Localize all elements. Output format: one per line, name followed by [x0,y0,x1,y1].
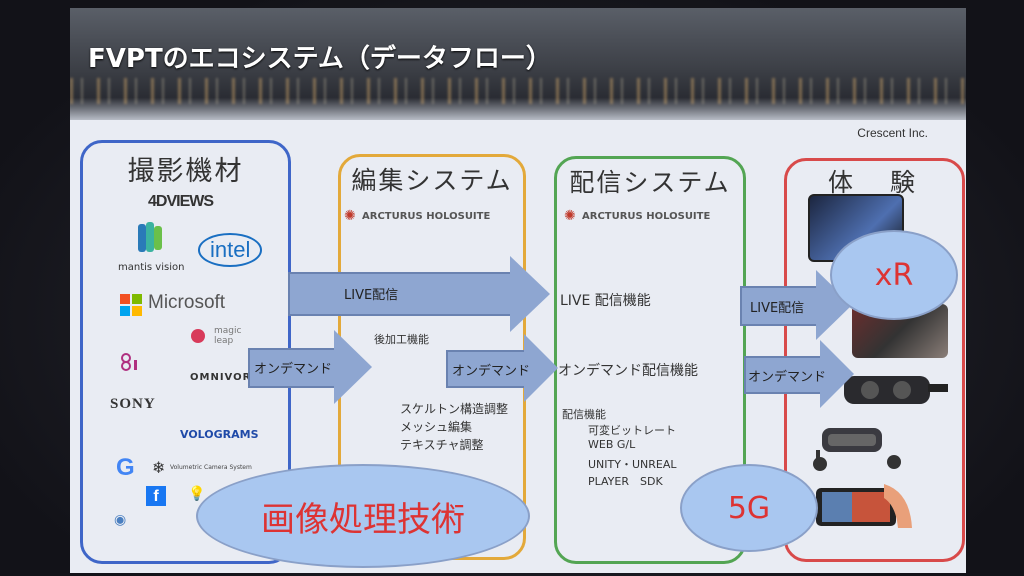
capture-heading: 撮影機材 [127,156,244,187]
webcam-icon: ◉ [114,512,127,528]
ondemand-arrow-1-label: オンデマンド [254,362,333,377]
logo-sony: SONY [110,396,156,412]
live-arrow-1: LIVE配信 [288,256,550,332]
ondemand-arrow-2: オンデマンド [446,334,558,404]
arcturus-icon: ✺ [564,208,576,224]
vr-headset-icon [840,370,950,410]
xr-oval: xR [830,230,958,320]
8i-icon [120,352,140,372]
google-icon: G [116,454,135,481]
snowflake-icon: ❄ [152,458,166,477]
logo-volumetric-camera: Volumetric Camera System [170,464,252,471]
city-lights-decoration [70,78,966,104]
xr-label: xR [874,257,914,293]
edit-feature-2: メッシュ編集 [400,420,473,434]
facebook-icon: f [146,486,166,506]
logo-intel: intel [198,233,263,267]
ondemand-arrow-2-label: オンデマンド [452,364,531,379]
post-processing-label: 後加工機能 [374,333,429,346]
vr-headset-icon [812,424,912,474]
live-arrow-1-label: LIVE配信 [344,288,399,303]
delivery-brand: ARCTURUS HOLOSUITE [582,211,711,222]
edit-brand: ARCTURUS HOLOSUITE [362,211,491,222]
mantisvision-icon [136,220,164,256]
company-name: Crescent Inc. [857,126,928,140]
projection-background: FVPTのエコシステム（データフロー） Crescent Inc. 撮影機材 4… [0,0,1024,576]
logo-4dviews: 4DVIEWS [148,193,214,210]
delivery-features-title: 配信機能 [562,408,606,421]
slide-title: FVPTのエコシステム（データフロー） [88,44,552,74]
presentation-slide: FVPTのエコシステム（データフロー） Crescent Inc. 撮影機材 4… [70,8,966,573]
delivery-heading: 配信システム [569,168,731,197]
delivery-feature-4: PLAYER SDK [588,475,663,488]
edit-feature-3: テキスチャ調整 [400,438,484,452]
fiveg-label: 5G [727,490,771,526]
delivery-feature-2: WEB G/L [588,438,636,451]
ondemand-arrow-3: オンデマンド [744,340,854,410]
ondemand-arrow-3-label: オンデマンド [748,370,827,385]
logo-microsoft: Microsoft [148,292,226,313]
logo-volograms: VOLOGRAMS [180,428,259,441]
live-delivery-label: LIVE 配信機能 [560,293,651,309]
slide-header: FVPTのエコシステム（データフロー） [70,8,966,120]
image-processing-oval: 画像処理技術 [196,464,530,568]
image-processing-label: 画像処理技術 [261,499,465,540]
ondemand-arrow-1: オンデマンド [248,330,372,406]
live-arrow-2-label: LIVE配信 [750,301,805,316]
microsoft-icon [120,294,142,316]
delivery-feature-3: UNITY・UNREAL [588,458,677,471]
delivery-feature-1: 可変ビットレート [588,424,676,437]
smartphone-icon [814,482,914,530]
edit-heading: 編集システム [351,166,513,195]
logo-mantisvision: mantis vision [118,262,185,273]
fiveg-oval: 5G [680,464,818,552]
ondemand-delivery-label: オンデマンド配信機能 [558,363,698,379]
arcturus-icon: ✺ [344,208,356,224]
magicleap-icon [188,328,208,344]
logo-omnivor: OMNIVOR [190,372,252,383]
